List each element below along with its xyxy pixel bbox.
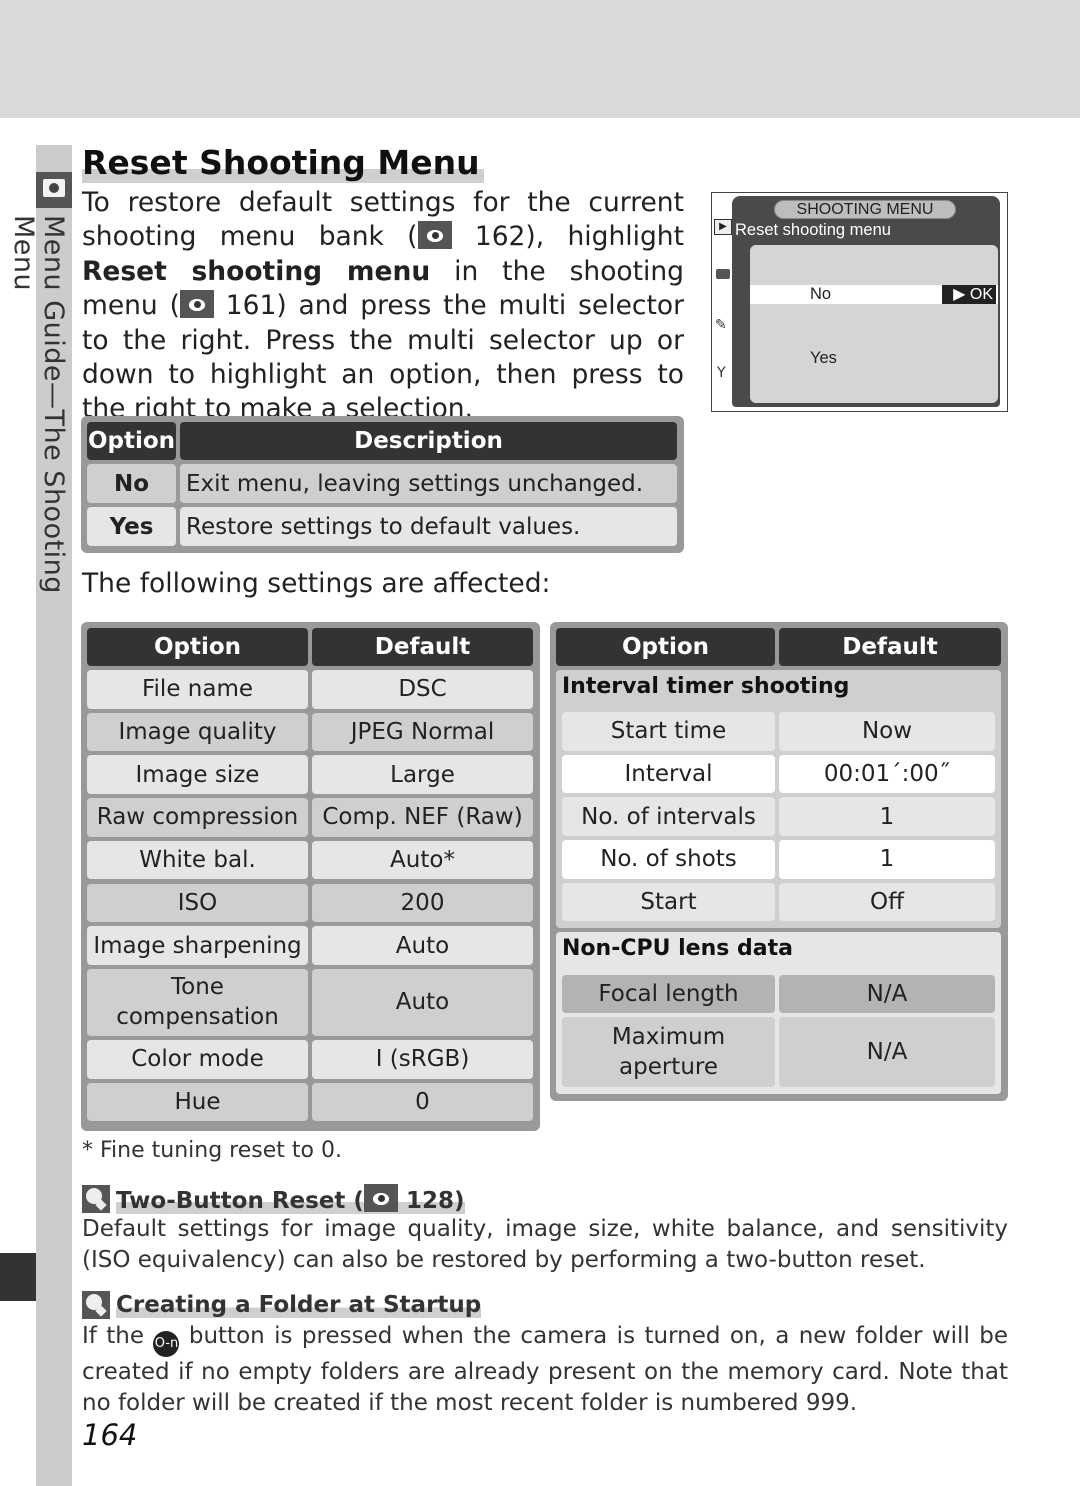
page-reference[interactable]: 162 (475, 221, 526, 252)
default-cell: 1 (779, 797, 995, 836)
default-cell: JPEG Normal (312, 712, 533, 752)
camera-lcd-illustration: SHOOTING MENU Reset shooting menu No ▶ O… (711, 192, 1008, 412)
default-cell: 00:01´:00˝ (779, 754, 995, 794)
lcd-options-panel: No ▶ OK Yes (750, 245, 998, 403)
page-reference-icon (417, 221, 452, 250)
default-cell: Off (779, 882, 995, 922)
default-cell: 1 (779, 840, 995, 879)
option-cell: Start time (562, 712, 775, 751)
tip-lightbulb-icon (82, 1185, 110, 1213)
intro-paragraph: To restore default settings for the curr… (82, 186, 684, 427)
default-cell: Comp. NEF (Raw) (312, 798, 533, 837)
option-cell: Hue (87, 1082, 308, 1122)
section-title: Non-CPU lens data (562, 936, 793, 961)
page-number: 164 (82, 1418, 138, 1452)
options-table: Option Description No Exit menu, leaving… (81, 416, 684, 553)
lcd-option-label: No (810, 285, 832, 303)
column-header-option: Option (556, 628, 775, 666)
column-header-option: Option (87, 628, 308, 666)
page-reference-icon (363, 1184, 398, 1212)
option-cell: Color mode (87, 1039, 308, 1079)
option-cell: No. of shots (562, 840, 775, 879)
option-cell: Tone compensation (87, 968, 308, 1036)
column-header-option: Option (87, 422, 176, 460)
tip-heading: Two-Button Reset ( 128) (82, 1184, 465, 1214)
tip-title-text: Two-Button Reset ( (116, 1188, 364, 1214)
option-cell: Image size (87, 755, 308, 795)
option-cell: White bal. (87, 840, 308, 880)
tip-body-text: If the (82, 1323, 154, 1349)
footnote: * Fine tuning reset to 0. (82, 1138, 342, 1163)
column-header-description: Description (180, 422, 677, 460)
option-cell: Interval (562, 754, 775, 794)
option-cell: Yes (87, 507, 176, 546)
tip-lightbulb-icon (82, 1291, 110, 1319)
page-reference-icon (179, 290, 214, 319)
option-cell: Image quality (87, 712, 308, 752)
default-cell: Auto (312, 926, 533, 965)
default-cell: DSC (312, 670, 533, 709)
playback-icon: ▶ (714, 219, 732, 235)
tip-title: Two-Button Reset ( 128) (116, 1184, 465, 1214)
lcd-subtitle: Reset shooting menu (735, 221, 891, 239)
default-cell: N/A (779, 1017, 995, 1087)
lcd-menu-title: SHOOTING MENU (774, 200, 956, 219)
defaults-table-left: Option Default File name DSC Image quality… (81, 622, 540, 1131)
option-cell: Focal length (562, 975, 775, 1013)
default-cell: 0 (312, 1082, 533, 1122)
option-cell: Raw compression (87, 798, 308, 837)
default-cell: Now (779, 712, 995, 751)
option-cell: File name (87, 670, 308, 709)
column-header-default: Default (312, 628, 533, 666)
description-cell: Restore settings to default values. (180, 507, 677, 546)
tip-heading: Creating a Folder at Startup (82, 1291, 482, 1319)
wrench-icon: Y (717, 365, 726, 381)
option-cell: No (87, 464, 176, 503)
tip-title-text: ) (453, 1188, 465, 1214)
tip-title: Creating a Folder at Startup (116, 1292, 482, 1318)
column-header-default: Default (779, 628, 1001, 666)
option-cell: Maximum aperture (562, 1017, 775, 1087)
option-cell: ISO (87, 883, 308, 923)
page-reference[interactable]: 161 (226, 290, 277, 321)
page-title: Reset Shooting Menu (82, 143, 484, 183)
lcd-option-no[interactable]: No ▶ OK (750, 285, 998, 304)
menu-item-name: Reset shooting menu (82, 255, 431, 287)
lcd-option-yes[interactable]: Yes (810, 349, 837, 368)
section-title: Interval timer shooting (562, 674, 850, 699)
key-button-icon: O-n (153, 1331, 180, 1357)
option-cell: Image sharpening (87, 926, 308, 965)
option-cell: No. of intervals (562, 797, 775, 836)
camera-icon (36, 172, 72, 208)
description-cell: Exit menu, leaving settings unchanged. (180, 464, 677, 503)
default-cell: N/A (779, 975, 995, 1013)
intro-text: ), highlight (525, 221, 684, 253)
ok-indicator: ▶ OK (942, 285, 996, 304)
default-cell: Auto (312, 968, 533, 1036)
section-label: Menu Guide—The Shooting Menu (8, 215, 69, 594)
pencil-icon: ✎ (715, 317, 727, 333)
option-cell: Start (562, 882, 775, 922)
defaults-table-right: Option Default Interval timer shooting N… (550, 622, 1008, 1101)
camera-tab-icon (716, 269, 730, 279)
page-reference[interactable]: 128 (406, 1188, 454, 1214)
default-cell: Auto* (312, 840, 533, 880)
tip-body-text: button is pressed when the camera is tur… (82, 1323, 1008, 1416)
default-cell: I (sRGB) (312, 1039, 533, 1079)
default-cell: Large (312, 755, 533, 795)
header-band (0, 0, 1080, 118)
default-cell: 200 (312, 883, 533, 923)
thumb-tab (0, 1253, 36, 1301)
lcd-screen: SHOOTING MENU Reset shooting menu No ▶ O… (732, 196, 1000, 407)
affected-label: The following settings are affected: (82, 568, 551, 599)
tip-body: Default settings for image quality, imag… (82, 1216, 1008, 1273)
tip-body: If the O-n button is pressed when the ca… (82, 1321, 1008, 1418)
